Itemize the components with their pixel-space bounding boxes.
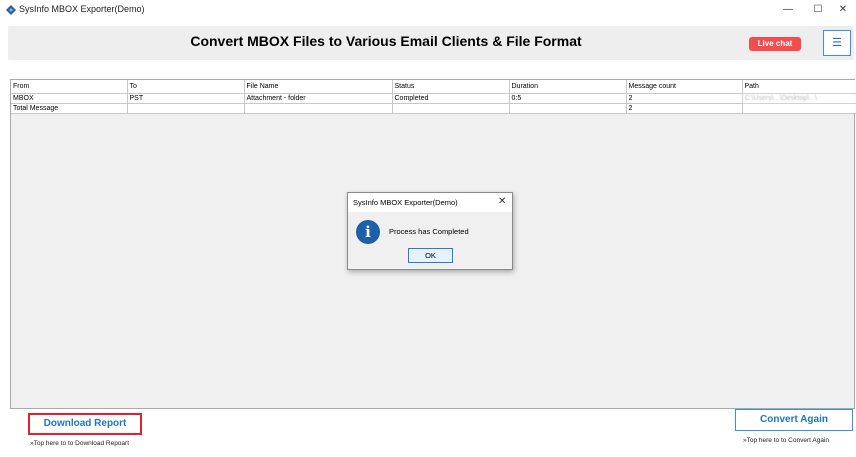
table-cell bbox=[742, 103, 856, 114]
close-button[interactable]: ✕ bbox=[830, 2, 856, 18]
table-cell: 2 bbox=[626, 93, 743, 104]
app-logo-icon bbox=[6, 5, 16, 15]
convert-again-button[interactable]: Convert Again bbox=[735, 409, 853, 431]
maximize-button[interactable]: ☐ bbox=[805, 2, 831, 18]
download-hint: »Top here to to Download Repoart bbox=[30, 440, 130, 447]
table-cell: PST bbox=[127, 93, 245, 104]
live-chat-button[interactable]: Live chat bbox=[749, 37, 801, 51]
completion-dialog: SysInfo MBOX Exporter(Demo) ✕ i Process … bbox=[347, 192, 513, 270]
table-row[interactable]: MBOX PST Attachment - folder Completed 0… bbox=[11, 93, 856, 104]
table-cell bbox=[244, 103, 393, 114]
column-header[interactable]: Message count bbox=[626, 80, 743, 94]
table-cell: Attachment - folder bbox=[244, 93, 393, 104]
table-cell bbox=[392, 103, 510, 114]
column-header[interactable]: Duration bbox=[509, 80, 627, 94]
page-title: Convert MBOX Files to Various Email Clie… bbox=[190, 33, 582, 49]
column-header[interactable]: To bbox=[127, 80, 245, 94]
info-icon: i bbox=[356, 220, 380, 244]
column-header[interactable]: Path bbox=[742, 80, 856, 94]
table-cell: 0:5 bbox=[509, 93, 627, 104]
dialog-message: Process has Completed bbox=[389, 227, 469, 236]
menu-button[interactable]: ☰ bbox=[823, 30, 851, 56]
table-row-total[interactable]: Total Message 2 bbox=[11, 103, 856, 114]
dialog-titlebar[interactable]: SysInfo MBOX Exporter(Demo) ✕ bbox=[348, 193, 512, 212]
column-header[interactable]: From bbox=[11, 80, 128, 94]
column-header[interactable]: Status bbox=[392, 80, 510, 94]
table-cell bbox=[509, 103, 627, 114]
app-header: Convert MBOX Files to Various Email Clie… bbox=[8, 26, 854, 60]
table-cell-path: C:\Users\...\Desktop\...\ bbox=[742, 93, 856, 104]
results-table: From To File Name Status Duration Messag… bbox=[11, 80, 856, 114]
table-header-row: From To File Name Status Duration Messag… bbox=[11, 80, 856, 94]
dialog-title: SysInfo MBOX Exporter(Demo) bbox=[353, 198, 458, 207]
hamburger-icon: ☰ bbox=[832, 37, 842, 49]
dialog-close-icon[interactable]: ✕ bbox=[498, 196, 506, 207]
window-title: SysInfo MBOX Exporter(Demo) bbox=[19, 4, 145, 14]
table-cell: Total Message bbox=[11, 103, 128, 114]
download-report-button[interactable]: Download Report bbox=[28, 413, 142, 435]
table-cell bbox=[127, 103, 245, 114]
table-cell: 2 bbox=[626, 103, 743, 114]
column-header[interactable]: File Name bbox=[244, 80, 393, 94]
ok-button[interactable]: OK bbox=[408, 248, 453, 263]
minimize-button[interactable]: — bbox=[775, 2, 801, 18]
table-cell: Completed bbox=[392, 93, 510, 104]
window-titlebar: SysInfo MBOX Exporter(Demo) — ☐ ✕ bbox=[0, 0, 856, 20]
table-cell: MBOX bbox=[11, 93, 128, 104]
convert-hint: »Top here to to Convert Again bbox=[743, 437, 830, 444]
